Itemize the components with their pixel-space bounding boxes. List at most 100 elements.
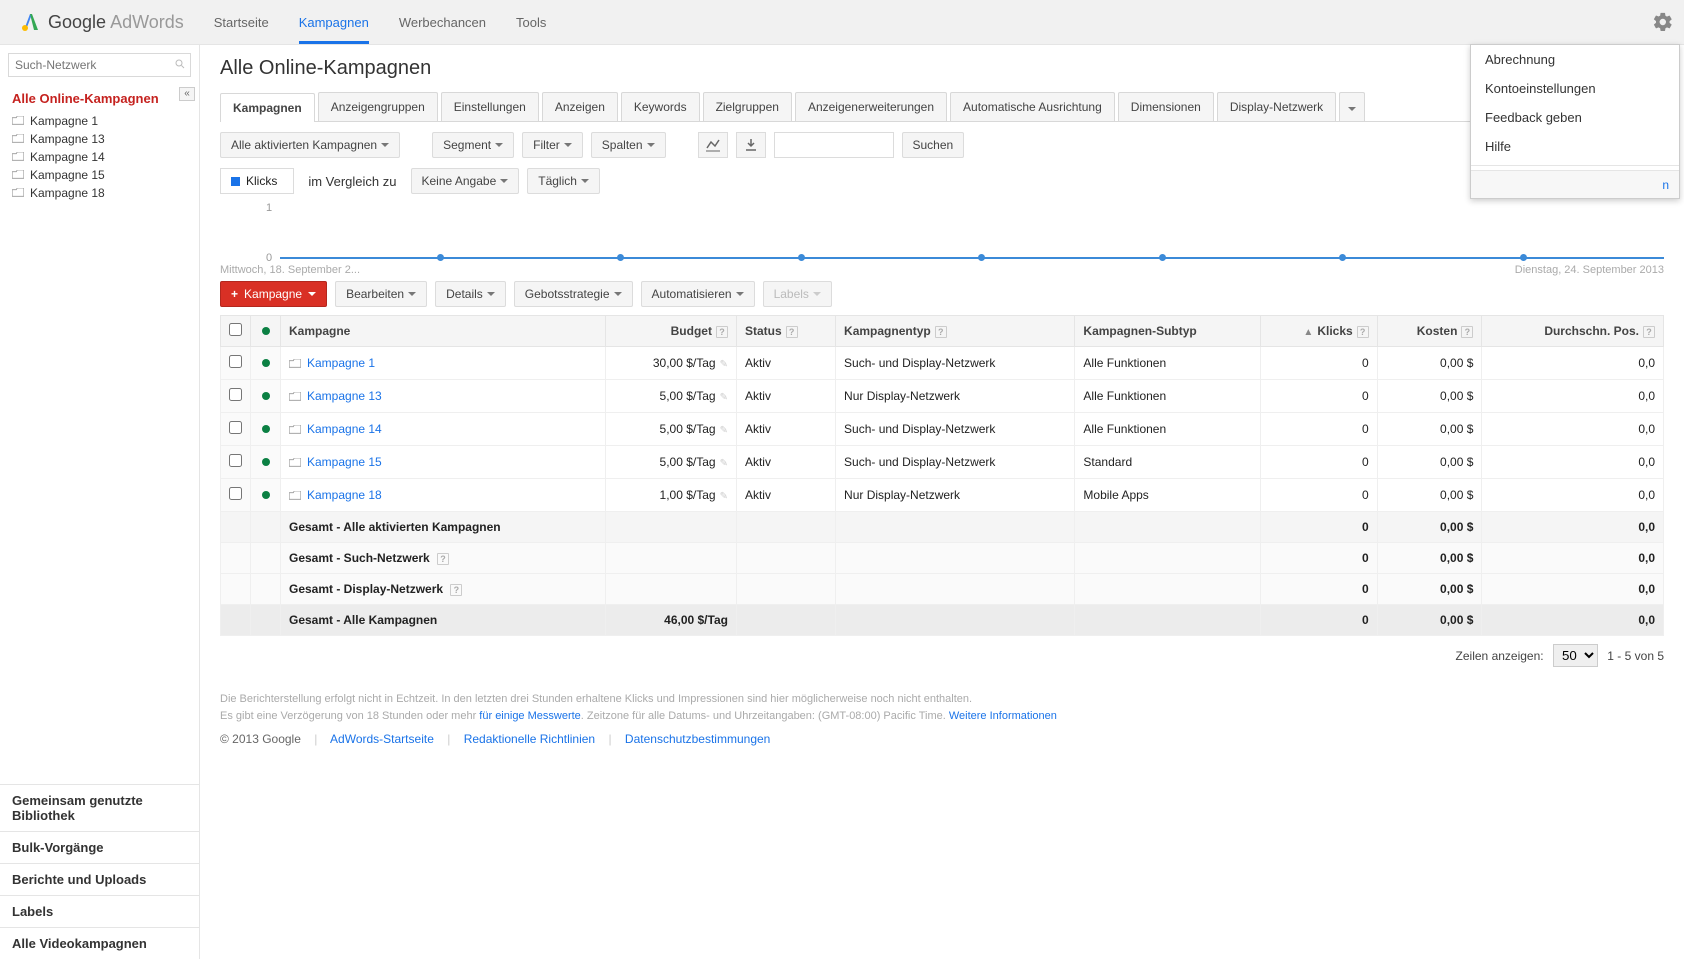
subtab-keywords[interactable]: Keywords [621,92,700,121]
pos-value: 0,0 [1482,479,1664,512]
subtab-display-netzwerk[interactable]: Display-Netzwerk [1217,92,1336,121]
collapse-sidebar-button[interactable]: « [179,87,195,101]
details-dropdown[interactable]: Details [435,281,506,307]
help-icon[interactable]: ? [437,553,449,565]
automate-dropdown[interactable]: Automatisieren [641,281,755,307]
topnav-item-kampagnen[interactable]: Kampagnen [299,1,369,44]
campaign-filter-dropdown[interactable]: Alle aktivierten Kampagnen [220,132,400,158]
download-button[interactable] [736,132,766,158]
subtab-anzeigenerweiterungen[interactable]: Anzeigenerweiterungen [795,92,947,121]
chart-point [1520,254,1527,261]
row-checkbox[interactable] [229,487,242,500]
campaign-link[interactable]: Kampagne 1 [307,356,375,370]
footer-link[interactable]: AdWords-Startseite [330,732,434,746]
sidebar-bottom-link[interactable]: Gemeinsam genutzte Bibliothek [0,784,199,831]
tree-item[interactable]: Kampagne 15 [12,166,191,184]
gear-button[interactable] [1652,11,1674,33]
tree-item[interactable]: Kampagne 18 [12,184,191,202]
tree-root[interactable]: Alle Online-Kampagnen [12,91,191,106]
total-cost: 0,00 $ [1377,543,1482,574]
col-clicks[interactable]: ▲Klicks? [1260,316,1377,347]
sidebar-bottom-link[interactable]: Alle Videokampagnen [0,927,199,959]
table-row: Kampagne 155,00 $/Tag✎AktivSuch- und Dis… [221,446,1664,479]
sidebar-bottom-link[interactable]: Labels [0,895,199,927]
tree-item[interactable]: Kampagne 14 [12,148,191,166]
subtab-more[interactable] [1339,92,1365,121]
caret-down-icon [487,292,495,296]
row-checkbox[interactable] [229,421,242,434]
edit-icon[interactable]: ✎ [720,425,728,436]
col-type[interactable]: Kampagnentyp? [836,316,1075,347]
sidebar-bottom-link[interactable]: Bulk-Vorgänge [0,831,199,863]
gear-menu-item[interactable]: Hilfe [1471,132,1679,161]
footer-link[interactable]: Redaktionelle Richtlinien [464,732,595,746]
help-icon[interactable]: ? [1461,326,1473,338]
labels-dropdown[interactable]: Labels [763,281,832,307]
total-cost: 0,00 $ [1377,512,1482,543]
edit-icon[interactable]: ✎ [720,392,728,403]
help-icon[interactable]: ? [935,326,947,338]
chart-toggle-button[interactable] [698,132,728,158]
subtab-einstellungen[interactable]: Einstellungen [441,92,539,121]
col-campaign[interactable]: Kampagne [281,316,606,347]
page-size-select[interactable]: 50 [1553,644,1598,667]
help-icon[interactable]: ? [786,326,798,338]
gear-menu-item[interactable]: Feedback geben [1471,103,1679,132]
new-campaign-button[interactable]: +Kampagne [220,281,327,307]
campaign-link[interactable]: Kampagne 18 [307,488,382,502]
gear-menu-item[interactable]: Kontoeinstellungen [1471,74,1679,103]
help-icon[interactable]: ? [1643,326,1655,338]
col-budget[interactable]: Budget? [606,316,737,347]
edit-dropdown[interactable]: Bearbeiten [335,281,427,307]
chart-y-tick: 0 [266,252,272,264]
help-icon[interactable]: ? [716,326,728,338]
filter-dropdown[interactable]: Filter [522,132,583,158]
bidding-dropdown[interactable]: Gebotsstrategie [514,281,633,307]
campaign-link[interactable]: Kampagne 13 [307,389,382,403]
col-avgpos[interactable]: Durchschn. Pos.? [1482,316,1664,347]
type-value: Nur Display-Netzwerk [836,479,1075,512]
edit-icon[interactable]: ✎ [720,491,728,502]
col-subtype[interactable]: Kampagnen-Subtyp [1075,316,1260,347]
tree-item[interactable]: Kampagne 1 [12,112,191,130]
row-checkbox[interactable] [229,388,242,401]
subtab-automatische-ausrichtung[interactable]: Automatische Ausrichtung [950,92,1115,121]
gear-menu-foot-link[interactable]: n [1662,178,1669,192]
search-button[interactable]: Suchen [902,132,965,158]
logo[interactable]: Google AdWords [18,10,184,34]
topnav-item-tools[interactable]: Tools [516,1,546,44]
tree-item[interactable]: Kampagne 13 [12,130,191,148]
topnav-item-startseite[interactable]: Startseite [214,1,269,44]
sidebar-bottom-link[interactable]: Berichte und Uploads [0,863,199,895]
search-input[interactable] [8,53,191,77]
primary-metric-dropdown[interactable]: Klicks [220,168,294,194]
campaign-link[interactable]: Kampagne 14 [307,422,382,436]
subtab-anzeigengruppen[interactable]: Anzeigengruppen [318,92,438,121]
gear-menu-item[interactable]: Abrechnung [1471,45,1679,74]
subtab-anzeigen[interactable]: Anzeigen [542,92,618,121]
subtab-dimensionen[interactable]: Dimensionen [1118,92,1214,121]
col-status[interactable]: Status? [736,316,835,347]
granularity-dropdown[interactable]: Täglich [527,168,600,194]
table-total-row: Gesamt - Alle aktivierten Kampagnen 00,0… [221,512,1664,543]
footnote-link-metrics[interactable]: für einige Messwerte [479,710,581,722]
columns-dropdown[interactable]: Spalten [591,132,666,158]
footer-link[interactable]: Datenschutzbestimmungen [625,732,770,746]
help-icon[interactable]: ? [1357,326,1369,338]
campaign-link[interactable]: Kampagne 15 [307,455,382,469]
row-checkbox[interactable] [229,454,242,467]
topnav-item-werbechancen[interactable]: Werbechancen [399,1,486,44]
subtab-zielgruppen[interactable]: Zielgruppen [703,92,792,121]
table-search-input[interactable] [774,132,894,158]
edit-icon[interactable]: ✎ [720,359,728,370]
edit-icon[interactable]: ✎ [720,458,728,469]
help-icon[interactable]: ? [450,584,462,596]
col-cost[interactable]: Kosten? [1377,316,1482,347]
table-row: Kampagne 130,00 $/Tag✎AktivSuch- und Dis… [221,347,1664,380]
row-checkbox[interactable] [229,355,242,368]
select-all-checkbox[interactable] [229,323,242,336]
subtab-kampagnen[interactable]: Kampagnen [220,93,315,122]
footnote-link-more[interactable]: Weitere Informationen [949,710,1057,722]
compare-metric-dropdown[interactable]: Keine Angabe [411,168,520,194]
segment-dropdown[interactable]: Segment [432,132,514,158]
